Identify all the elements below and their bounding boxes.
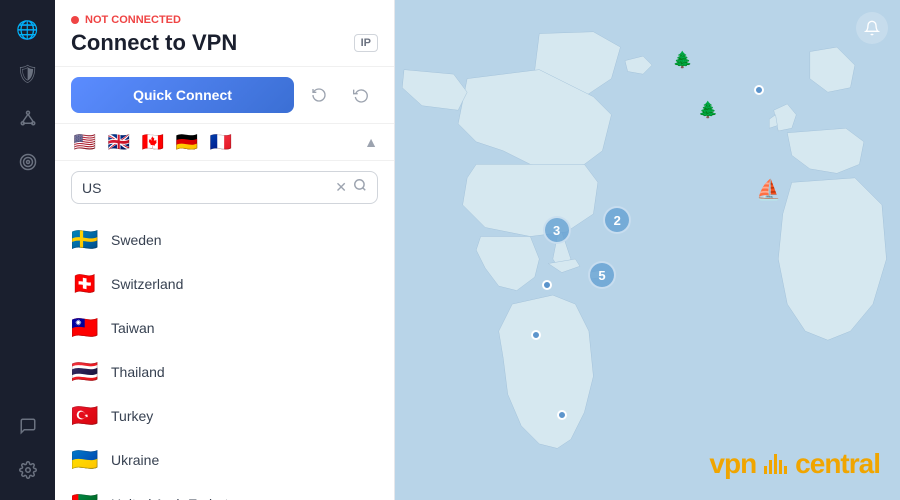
marker-tree-2: 🌲 <box>698 100 718 120</box>
panel-header: NOT CONNECTED Connect to VPN IP <box>55 0 394 67</box>
country-name: Turkey <box>111 408 378 424</box>
sidebar-icon-shield[interactable]: 🛡 <box>10 56 46 92</box>
country-name: Switzerland <box>111 276 378 292</box>
country-flag: 🇹🇼 <box>71 315 99 341</box>
panel-title: Connect to VPN <box>71 30 237 56</box>
connection-status: NOT CONNECTED <box>71 14 378 26</box>
marker-tree-1: 🌲 <box>673 50 693 70</box>
marker-dot-2 <box>531 330 541 340</box>
country-name: United Arab Emirates <box>111 496 378 500</box>
country-flag: 🇹🇷 <box>71 403 99 429</box>
ip-badge[interactable]: IP <box>354 34 378 52</box>
country-list-item[interactable]: 🇹🇼 Taiwan ••• <box>55 306 394 350</box>
vpn-logo-text: vpn <box>709 448 756 480</box>
search-input[interactable] <box>82 180 329 196</box>
sidebar-icon-chat[interactable] <box>10 408 46 444</box>
sidebar-icon-settings[interactable] <box>10 452 46 488</box>
flag-de[interactable]: 🇩🇪 <box>173 132 201 152</box>
flag-ca[interactable]: 🇨🇦 <box>139 132 167 152</box>
marker-boat: ⛵ <box>756 178 781 203</box>
vpn-panel: NOT CONNECTED Connect to VPN IP Quick Co… <box>55 0 395 500</box>
country-list-item[interactable]: 🇦🇪 United Arab Emirates ••• <box>55 482 394 500</box>
search-submit-button[interactable] <box>353 178 367 197</box>
connect-title: Connect to VPN IP <box>71 30 378 56</box>
sidebar-icon-network[interactable] <box>10 100 46 136</box>
country-flag: 🇦🇪 <box>71 491 99 500</box>
flag-fr[interactable]: 🇫🇷 <box>207 132 235 152</box>
country-list-item[interactable]: 🇺🇦 Ukraine ••• <box>55 438 394 482</box>
country-list-item[interactable]: 🇹🇭 Thailand ••• <box>55 350 394 394</box>
country-list: 🇸🇪 Sweden ••• 🇨🇭 Switzerland ••• 🇹🇼 Taiw… <box>55 214 394 500</box>
flag-collapse-icon[interactable]: ▲ <box>364 134 378 150</box>
flag-gb[interactable]: 🇬🇧 <box>105 132 133 152</box>
quick-connect-button[interactable]: Quick Connect <box>71 77 294 113</box>
marker-dot-1 <box>542 280 552 290</box>
country-flag: 🇸🇪 <box>71 227 99 253</box>
refresh-button[interactable] <box>344 78 378 112</box>
marker-circle-2[interactable]: 2 <box>603 206 631 234</box>
flag-row: 🇺🇸 🇬🇧 🇨🇦 🇩🇪 🇫🇷 ▲ <box>55 124 394 161</box>
reload-button[interactable] <box>302 78 336 112</box>
marker-dot-3 <box>557 410 567 420</box>
country-flag: 🇹🇭 <box>71 359 99 385</box>
search-clear-button[interactable]: ✕ <box>335 179 347 196</box>
vpn-watermark: vpn central <box>709 448 880 480</box>
bell-icon[interactable] <box>856 12 888 44</box>
country-flag: 🇨🇭 <box>71 271 99 297</box>
marker-circle-5[interactable]: 5 <box>588 261 616 289</box>
search-box: ✕ <box>71 171 378 204</box>
country-list-item[interactable]: 🇨🇭 Switzerland ••• <box>55 262 394 306</box>
map-area: 🌲 🌲 3 2 5 ⛵ vpn central <box>395 0 900 500</box>
country-name: Taiwan <box>111 320 378 336</box>
status-dot <box>71 16 79 24</box>
sidebar-icon-target[interactable] <box>10 144 46 180</box>
marker-dot-4 <box>754 85 764 95</box>
flag-us[interactable]: 🇺🇸 <box>71 132 99 152</box>
country-flag: 🇺🇦 <box>71 447 99 473</box>
country-name: Thailand <box>111 364 378 380</box>
country-list-item[interactable]: 🇹🇷 Turkey ••• <box>55 394 394 438</box>
panel-controls: Quick Connect <box>55 67 394 124</box>
sidebar-icon-globe[interactable]: 🌐 <box>10 12 46 48</box>
country-name: Sweden <box>111 232 378 248</box>
status-text: NOT CONNECTED <box>85 14 181 26</box>
marker-circle-3[interactable]: 3 <box>543 216 571 244</box>
central-logo-text: central <box>795 448 880 480</box>
vpn-bars-icon <box>764 454 787 474</box>
sidebar: 🌐 🛡 <box>0 0 55 500</box>
country-list-item[interactable]: 🇸🇪 Sweden ••• <box>55 218 394 262</box>
country-name: Ukraine <box>111 452 378 468</box>
